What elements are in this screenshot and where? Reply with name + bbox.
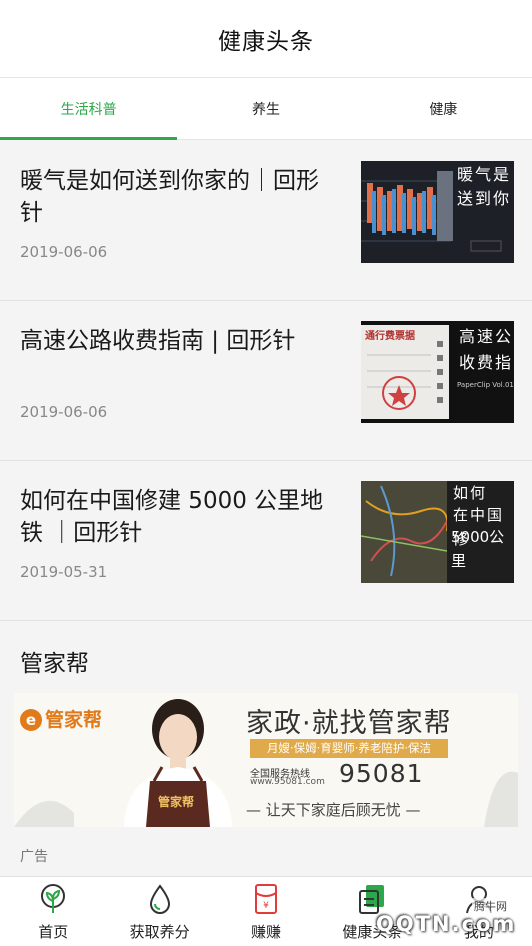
brand-logo: e 管家帮 bbox=[20, 705, 102, 732]
user-icon bbox=[465, 886, 492, 914]
thumb-caption: 高速公 bbox=[459, 327, 514, 346]
article-thumbnail: 暖气是 送到你 bbox=[361, 161, 514, 263]
ticket-heading: 通行费票据 bbox=[365, 331, 415, 342]
banner-slogan: — 让天下家庭后顾无忧 — bbox=[246, 801, 421, 819]
brand-logo-mark: e bbox=[20, 709, 42, 731]
thumb-subcaption: PaperClip Vol.01 bbox=[457, 381, 514, 389]
tab-label: 养生 bbox=[251, 101, 280, 118]
article-title: 暖气是如何送到你家的｜回形针 bbox=[20, 168, 319, 226]
nav-get-nutrients[interactable]: 获取养分 bbox=[106, 877, 212, 946]
banner-headline: 家政·就找管家帮 bbox=[246, 708, 452, 739]
nav-profile[interactable]: 我的 bbox=[426, 877, 532, 946]
article-thumbnail: 如何 在中国修 5000公里 bbox=[361, 481, 514, 583]
nav-health-news[interactable]: 健康头条 bbox=[319, 877, 425, 946]
ad-banner[interactable]: e 管家帮 管家帮 家政·就找管家帮 月嫂·保姆·育婴师·养老陪护·保洁 全国服务… bbox=[14, 693, 518, 827]
article-date: 2019-06-06 bbox=[20, 243, 108, 261]
banner-services: 月嫂·保姆·育婴师·养老陪护·保洁 bbox=[250, 739, 448, 758]
hotline-number: 95081 bbox=[339, 759, 424, 788]
article-thumbnail: 通行费票据 高速公 收费指 PaperClip Vol.01 bbox=[361, 321, 514, 423]
bottom-navigation: 首页 获取养分 ¥ 赚赚 健康头条 我的 bbox=[0, 876, 532, 946]
thumb-caption: 暖气是 bbox=[457, 165, 512, 184]
nav-label: 赚赚 bbox=[251, 923, 282, 941]
page-title: 健康头条 bbox=[218, 28, 314, 55]
article-date: 2019-06-06 bbox=[20, 403, 108, 421]
thumb-caption: 送到你 bbox=[457, 189, 512, 208]
svg-text:¥: ¥ bbox=[263, 901, 269, 911]
brand-logo-text: 管家帮 bbox=[45, 709, 103, 731]
article-date: 2019-05-31 bbox=[20, 563, 108, 581]
ad-label: 广告 bbox=[20, 849, 48, 865]
hotline-url: www.95081.com bbox=[250, 777, 325, 787]
nav-earn[interactable]: ¥ 赚赚 bbox=[213, 877, 319, 946]
tab-health[interactable]: 健康 bbox=[355, 78, 532, 139]
water-drop-icon bbox=[149, 884, 170, 914]
tab-label: 健康 bbox=[429, 101, 458, 118]
nav-label: 健康头条 bbox=[342, 923, 403, 941]
apron-logo-text: 管家帮 bbox=[158, 795, 195, 809]
article-item[interactable]: 高速公路收费指南 | 回形针 2019-06-06 通行费票据 高速公 收费指 … bbox=[0, 301, 532, 461]
section-title: 管家帮 bbox=[20, 651, 89, 677]
red-envelope-icon: ¥ bbox=[255, 884, 278, 914]
tab-label: 生活科普 bbox=[60, 101, 117, 118]
thumb-caption: 如何 bbox=[453, 484, 488, 502]
nav-label: 首页 bbox=[38, 923, 69, 941]
article-title: 高速公路收费指南 | 回形针 bbox=[20, 328, 296, 354]
nav-label: 获取养分 bbox=[129, 923, 190, 941]
tab-wellness[interactable]: 养生 bbox=[177, 78, 354, 139]
tab-science[interactable]: 生活科普 bbox=[0, 78, 178, 140]
article-item[interactable]: 暖气是如何送到你家的｜回形针 2019-06-06 暖气是 送到你 bbox=[0, 141, 532, 301]
thumb-caption: 5000公里 bbox=[451, 528, 505, 570]
article-title: 如何在中国修建 5000 公里地铁 ｜回形针 bbox=[20, 488, 324, 546]
thumb-caption: 收费指 bbox=[459, 353, 514, 372]
nav-label: 我的 bbox=[463, 923, 494, 941]
app-header: 健康头条 bbox=[0, 0, 532, 78]
home-sprout-icon bbox=[41, 884, 66, 913]
news-icon bbox=[359, 885, 385, 914]
article-item[interactable]: 如何在中国修建 5000 公里地铁 ｜回形针 2019-05-31 如何 在中国… bbox=[0, 461, 532, 621]
nav-home[interactable]: 首页 bbox=[0, 877, 106, 946]
category-tabs: 生活科普 养生 健康 bbox=[0, 78, 532, 140]
